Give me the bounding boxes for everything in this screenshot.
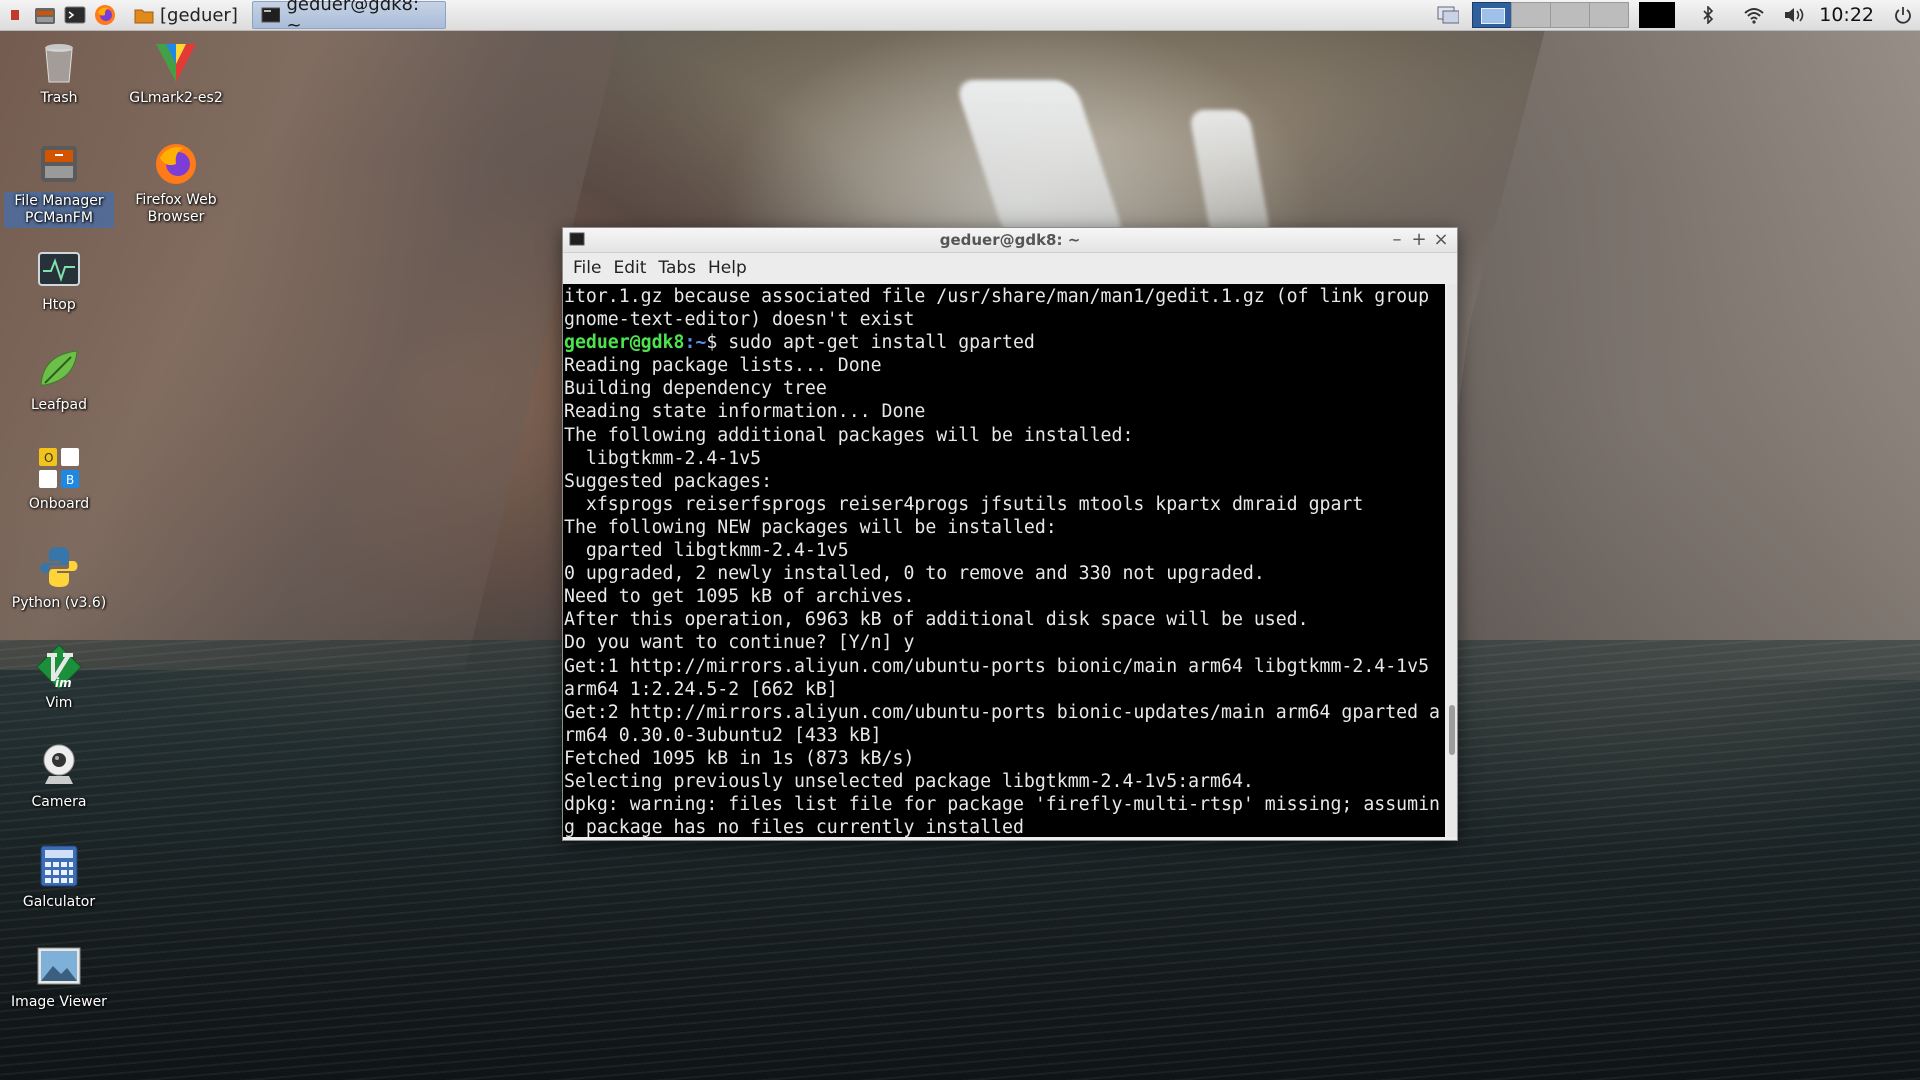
terminal-line: After this operation, 6963 kB of additio…	[564, 609, 1309, 631]
terminal-line: arm64 1:2.24.5-2 [662 kB]	[564, 678, 838, 700]
top-panel: [geduer] geduer@gdk8: ~ 10:22	[0, 0, 1920, 36]
wallpaper-waterfall-small	[1188, 110, 1272, 240]
desktop-icon-leafpad[interactable]: Leafpad	[4, 345, 114, 414]
terminal-line: gnome-text-editor) doesn't exist	[564, 309, 915, 331]
folder-icon	[134, 9, 154, 24]
terminal-line: Fetched 1095 kB in 1s (873 kB/s)	[564, 747, 915, 769]
firefox-icon	[152, 140, 200, 188]
terminal-icon[interactable]	[63, 3, 87, 27]
terminal-icon	[261, 7, 281, 23]
terminal-line: The following additional packages will b…	[564, 424, 1134, 446]
leafpad-icon	[35, 345, 83, 393]
desktop-icon-image-viewer[interactable]: Image Viewer	[4, 942, 114, 1011]
workspace-pager[interactable]	[1472, 2, 1630, 28]
file-manager-icon[interactable]	[33, 3, 57, 27]
desktop-icon-trash[interactable]: Trash	[4, 38, 114, 107]
window-controls: – + ×	[1385, 228, 1451, 252]
camera-icon	[35, 742, 83, 790]
svg-text:O: O	[44, 451, 53, 465]
svg-text:im: im	[55, 676, 72, 690]
terminal-line: 0 upgraded, 2 newly installed, 0 to remo…	[564, 563, 1265, 585]
file-manager-icon	[35, 140, 83, 188]
close-button[interactable]: ×	[1431, 229, 1451, 251]
workspace-2[interactable]	[1511, 2, 1552, 28]
desktop-icon-galculator[interactable]: Galculator	[4, 842, 114, 911]
panel-launchers: [geduer] geduer@gdk8: ~	[0, 0, 446, 36]
desktop-icon-python[interactable]: Python (v3.6)	[4, 543, 114, 612]
trash-icon	[35, 38, 83, 86]
bluetooth-icon[interactable]	[1697, 4, 1719, 26]
task-terminal[interactable]: geduer@gdk8: ~	[251, 0, 446, 36]
terminal-line: Building dependency tree	[564, 378, 827, 400]
terminal-prompt-line: geduer@gdk8:~$ sudo apt-get install gpar…	[564, 331, 1445, 354]
terminal-scrollbar[interactable]	[1447, 284, 1457, 837]
terminal-line: Reading state information... Done	[564, 401, 926, 423]
firefox-icon[interactable]	[93, 3, 117, 27]
desktop-icon-firefox[interactable]: Firefox Web Browser	[121, 140, 231, 226]
terminal-line: Get:2 http://mirrors.aliyun.com/ubuntu-p…	[564, 701, 1440, 723]
power-icon[interactable]	[1892, 4, 1914, 26]
desktop-icon-htop[interactable]: Htop	[4, 245, 114, 314]
prompt-command: $ sudo apt-get install gparted	[706, 332, 1035, 354]
glmark-icon	[152, 38, 200, 86]
scrollbar-thumb[interactable]	[1449, 705, 1455, 755]
prompt-path: :~	[684, 332, 707, 354]
terminal-line: xfsprogs reiserfsprogs reiser4progs jfsu…	[564, 493, 1364, 515]
maximize-button[interactable]: +	[1409, 229, 1429, 251]
terminal-line: Selecting previously unselected package …	[564, 770, 1254, 792]
terminal-line: rm64 0.30.0-3ubuntu2 [433 kB]	[564, 724, 882, 746]
desktop-icon-glmark[interactable]: GLmark2-es2	[121, 38, 231, 107]
vim-icon: im	[35, 643, 83, 691]
terminal-icon	[569, 232, 585, 246]
volume-icon[interactable]	[1783, 4, 1805, 26]
terminal-line: dpkg: warning: files list file for packa…	[564, 794, 1440, 816]
terminal-line: Reading package lists... Done	[564, 355, 882, 377]
terminal-window[interactable]: geduer@gdk8: ~ – + × File Edit Tabs Help…	[562, 227, 1458, 841]
cpu-monitor[interactable]	[1639, 2, 1676, 28]
workspace-4[interactable]	[1589, 2, 1630, 28]
task-file-manager[interactable]: [geduer]	[126, 2, 246, 28]
terminal-line: Do you want to continue? [Y/n] y	[564, 632, 915, 654]
python-icon	[35, 543, 83, 591]
calculator-icon	[35, 842, 83, 890]
terminal-line: The following NEW packages will be insta…	[564, 516, 1057, 538]
terminal-line: Get:1 http://mirrors.aliyun.com/ubuntu-p…	[564, 655, 1430, 677]
terminal-titlebar[interactable]: geduer@gdk8: ~ – + ×	[563, 228, 1457, 253]
svg-text:B: B	[66, 473, 74, 487]
image-viewer-icon	[35, 942, 83, 990]
terminal-output[interactable]: itor.1.gz because associated file /usr/s…	[563, 284, 1445, 837]
task-label: [geduer]	[160, 4, 238, 26]
menu-tabs[interactable]: Tabs	[652, 258, 702, 278]
window-title: geduer@gdk8: ~	[939, 231, 1081, 249]
wallpaper-waterfall	[954, 80, 1126, 240]
app-menu-icon[interactable]	[3, 3, 27, 27]
onboard-icon: OB	[35, 444, 83, 492]
panel-tray: 10:22	[1429, 0, 1920, 30]
terminal-line: g package has no files currently install…	[564, 817, 1024, 837]
terminal-lines: itor.1.gz because associated file /usr/s…	[563, 284, 1445, 837]
terminal-line: libgtkmm-2.4-1v5	[564, 447, 762, 469]
desktop-icon-file-manager[interactable]: File Manager PCManFM	[4, 140, 114, 228]
workspace-3[interactable]	[1550, 2, 1591, 28]
wallpaper-rock-right	[1420, 30, 1920, 680]
terminal-line: Suggested packages:	[564, 470, 773, 492]
panel-clock[interactable]: 10:22	[1819, 4, 1874, 26]
task-label: geduer@gdk8: ~	[286, 0, 420, 36]
menu-edit[interactable]: Edit	[607, 258, 652, 278]
htop-icon	[35, 245, 83, 293]
menu-help[interactable]: Help	[702, 258, 753, 278]
workspace-1[interactable]	[1472, 2, 1513, 28]
terminal-line: itor.1.gz because associated file /usr/s…	[564, 286, 1430, 307]
desktop-icon-vim[interactable]: im Vim	[4, 643, 114, 712]
terminal-line: Need to get 1095 kB of archives.	[564, 586, 915, 608]
menu-file[interactable]: File	[567, 258, 607, 278]
show-desktop-icon[interactable]	[1437, 4, 1460, 26]
wifi-icon[interactable]	[1743, 4, 1765, 26]
prompt-user: geduer@gdk8	[564, 332, 685, 354]
terminal-line: gparted libgtkmm-2.4-1v5	[564, 540, 849, 562]
desktop-icon-camera[interactable]: Camera	[4, 742, 114, 811]
terminal-menubar: File Edit Tabs Help	[563, 253, 1457, 283]
minimize-button[interactable]: –	[1387, 229, 1407, 251]
desktop-icon-onboard[interactable]: OB Onboard	[4, 444, 114, 513]
